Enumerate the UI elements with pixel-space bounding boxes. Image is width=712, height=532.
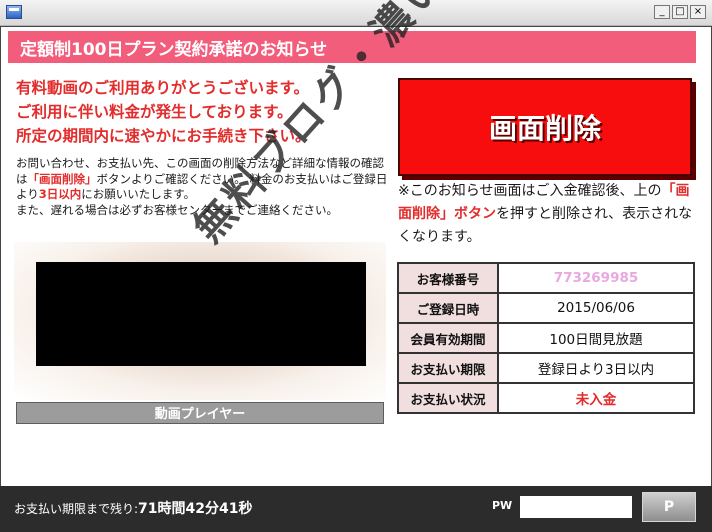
window-titlebar: _ □ × — [0, 0, 712, 26]
payment-status-value: 未入金 — [497, 382, 695, 414]
password-submit-button[interactable]: P — [642, 492, 696, 522]
maximize-button[interactable]: □ — [672, 5, 688, 19]
video-player-bar[interactable]: 動画プレイヤー — [16, 402, 384, 424]
notice-text-1: ※このお知らせ画面はご入金確認後、上の — [398, 183, 662, 199]
membership-period-value: 100日間見放題 — [497, 322, 695, 354]
window-controls: _ □ × — [654, 5, 706, 19]
customer-number-label: お客様番号 — [397, 262, 499, 294]
warning-line-3: 所定の期間内に速やかにお手続き下さい。 — [16, 127, 311, 145]
customer-number-value: 773269985 — [497, 262, 695, 294]
video-player-label: 動画プレイヤー — [154, 407, 246, 422]
video-player-screen[interactable] — [36, 262, 366, 366]
header-bar: 定額制100日プラン契約承諾のお知らせ — [8, 31, 696, 63]
payment-status-label: お支払い状況 — [397, 382, 499, 414]
page-title: 定額制100日プラン契約承諾のお知らせ — [20, 40, 328, 60]
registration-date-value: 2015/06/06 — [497, 292, 695, 324]
table-row: お支払い状況 未入金 — [397, 382, 695, 414]
warning-message: 有料動画のご利用ありがとうございます。 ご利用に伴い料金が発生しております。 所… — [16, 76, 311, 148]
warning-line-1: 有料動画のご利用ありがとうございます。 — [16, 79, 309, 97]
table-row: お客様番号 773269985 — [397, 262, 695, 294]
countdown-label: お支払い期限まで残り: — [14, 502, 139, 516]
payment-deadline-value: 登録日より3日以内 — [497, 352, 695, 384]
registration-date-label: ご登録日時 — [397, 292, 499, 324]
notice-text: ※このお知らせ画面はご入金確認後、上の「画面削除」ボタンを押すと削除され、表示さ… — [398, 180, 698, 249]
window-app-icon — [6, 5, 22, 19]
close-button[interactable]: × — [690, 5, 706, 19]
membership-period-label: 会員有効期間 — [397, 322, 499, 354]
warning-line-2: ご利用に伴い料金が発生しております。 — [16, 103, 293, 121]
info-text: お問い合わせ、お支払い先、この画面の削除方法など詳細な情報の確認は「画面削除」ボ… — [16, 156, 388, 218]
table-row: ご登録日時 2015/06/06 — [397, 292, 695, 324]
password-input[interactable] — [520, 496, 632, 518]
delete-screen-button[interactable]: 画面削除 — [398, 78, 692, 176]
table-row: 会員有効期間 100日間見放題 — [397, 322, 695, 354]
countdown: お支払い期限まで残り:71時間42分41秒 — [14, 498, 253, 518]
payment-deadline-label: お支払い期限 — [397, 352, 499, 384]
customer-info-table: お客様番号 773269985 ご登録日時 2015/06/06 会員有効期間 … — [397, 262, 695, 414]
info-highlight-deadline: 3日以内 — [38, 187, 82, 201]
minimize-button[interactable]: _ — [654, 5, 670, 19]
table-row: お支払い期限 登録日より3日以内 — [397, 352, 695, 384]
delete-screen-button-label: 画面削除 — [488, 112, 601, 145]
info-text-3: にお願いいたします。 — [81, 187, 196, 201]
password-label: PW — [492, 499, 513, 512]
info-highlight-delete: 「画面削除」 — [27, 171, 97, 186]
info-text-4: また、遅れる場合は必ずお客様センターまでご連絡ください。 — [16, 202, 338, 217]
footer-bar: お支払い期限まで残り:71時間42分41秒 PW P — [0, 486, 712, 532]
countdown-value: 71時間42分41秒 — [138, 501, 253, 517]
